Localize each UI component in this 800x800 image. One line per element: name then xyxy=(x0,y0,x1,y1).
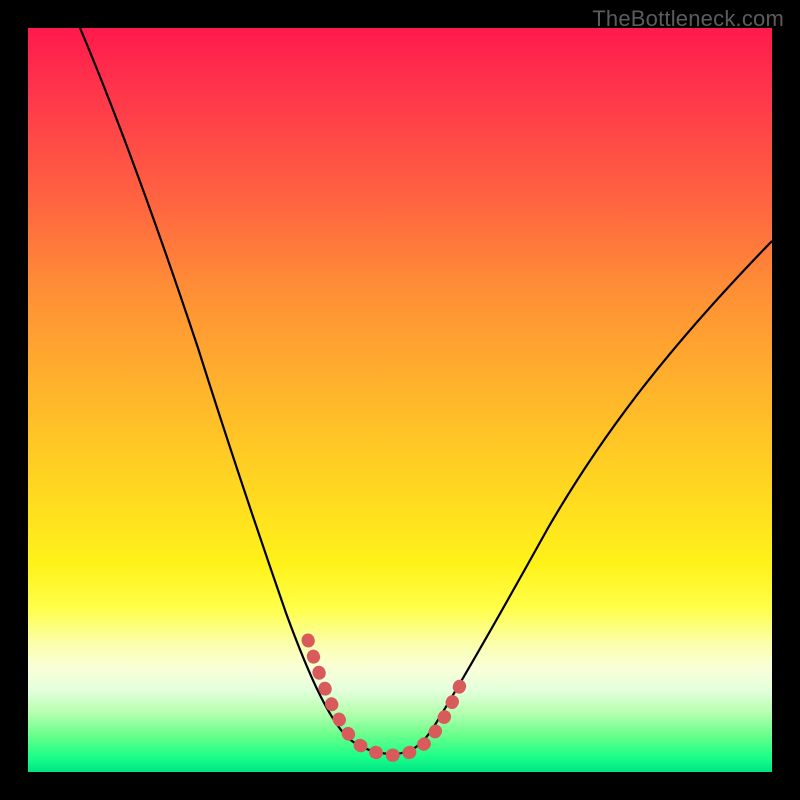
chart-svg xyxy=(28,28,772,772)
bottleneck-curve xyxy=(80,28,772,754)
chart-frame: TheBottleneck.com xyxy=(0,0,800,800)
sweet-spot-band xyxy=(308,640,464,755)
plot-area xyxy=(28,28,772,772)
